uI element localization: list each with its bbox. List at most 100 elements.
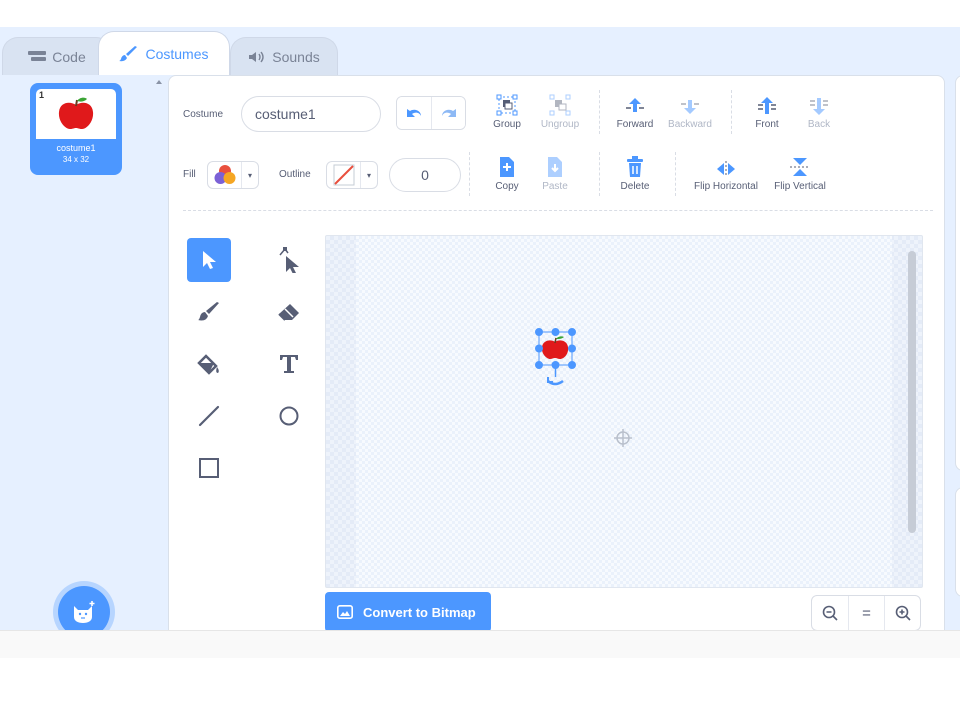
front-label: Front [755,119,779,130]
sprite-panel-edge [955,487,960,597]
group-button[interactable]: Group [487,94,527,130]
undo-icon [407,109,421,117]
convert-to-bitmap-label: Convert to Bitmap [363,604,476,620]
no-color-icon [333,164,354,186]
delete-button[interactable]: Delete [615,156,655,192]
fill-color-picker[interactable]: ▾ [207,161,259,189]
drawing-canvas[interactable] [325,235,923,588]
tab-sounds-label: Sounds [272,48,320,65]
tab-costumes-label: Costumes [145,45,209,62]
paint-editor-app: Code Sounds Costumes 1 costume1 34 x 32 … [0,27,960,657]
flip-horizontal-icon [714,156,738,178]
front-button[interactable]: Front [747,94,787,130]
stage-area[interactable] [356,236,892,587]
flip-vertical-icon [789,156,811,178]
paint-bucket-icon [197,354,219,375]
stage-panel-edge [955,75,960,471]
back-label: Back [807,119,831,130]
ungroup-icon [549,94,571,116]
back-icon [808,94,830,116]
forward-button[interactable]: Forward [612,94,658,130]
eraser-tool[interactable] [267,290,311,334]
code-icon [28,50,47,63]
zoom-in-icon [895,605,911,621]
backward-button[interactable]: Backward [663,94,717,130]
ungroup-button[interactable]: Ungroup [535,94,585,130]
text-tool[interactable] [267,342,311,386]
paste-icon [546,156,564,178]
circle-tool[interactable] [267,394,311,438]
flip-horizontal-label: Flip Horizontal [694,181,758,192]
backward-label: Backward [668,119,712,130]
convert-to-bitmap-button[interactable]: Convert to Bitmap [325,592,491,632]
outline-width-input[interactable]: 0 [389,158,461,192]
flip-vertical-button[interactable]: Flip Vertical [769,156,831,192]
line-tool[interactable] [187,394,231,438]
outline-swatch [327,162,361,188]
bottom-strip [0,630,960,658]
undo-button[interactable] [397,97,431,129]
cat-add-icon [74,601,95,623]
copy-button[interactable]: Copy [487,156,527,192]
toolbar-divider [731,90,732,134]
costume-name-label: Costume [183,109,224,120]
zoom-controls: = [811,595,921,631]
tab-costumes[interactable]: Costumes [98,31,230,75]
toolbar-bottom-divider [183,210,933,211]
costume-thumbnail [36,89,116,139]
costume-number: 1 [39,90,45,100]
outline-color-picker[interactable]: ▾ [326,161,378,189]
costume-name-input[interactable]: costume1 [241,96,381,132]
line-icon [198,405,220,427]
undo-redo-group [396,96,466,130]
flip-vertical-label: Flip Vertical [774,181,826,192]
zoom-out-button[interactable] [812,596,848,630]
chevron-down-icon: ▾ [366,170,371,180]
flip-horizontal-button[interactable]: Flip Horizontal [689,156,763,192]
canvas-scrollbar[interactable] [908,251,916,533]
reshape-tool[interactable] [267,238,311,282]
toolbar-divider [599,152,600,196]
apple-sprite [541,336,569,359]
tab-code-label: Code [52,48,86,65]
brush-icon [119,45,139,62]
fill-label: Fill [183,169,196,180]
zoom-reset-button[interactable]: = [848,596,884,630]
zoom-in-button[interactable] [884,596,920,630]
tab-code[interactable]: Code [2,37,112,75]
select-tool[interactable] [187,238,231,282]
brush-tool[interactable] [187,290,231,334]
ungroup-label: Ungroup [540,119,580,130]
zoom-out-icon [822,605,838,621]
back-button[interactable]: Back [801,94,837,130]
paste-label: Paste [542,181,568,192]
circle-icon [279,406,299,426]
tab-sounds[interactable]: Sounds [230,37,338,75]
forward-icon [624,94,646,116]
eraser-icon [278,304,299,321]
paint-editor: Costume costume1 Group Ungroup Forward B… [168,75,945,645]
fill-tool[interactable] [187,342,231,386]
costume-item[interactable]: 1 costume1 34 x 32 [30,83,122,175]
costume-list-scrollbar[interactable] [150,75,168,647]
apple-thumbnail-icon [58,97,94,129]
outline-label: Outline [279,169,311,180]
canvas-content [535,328,632,447]
redo-button[interactable] [431,97,465,129]
mixed-colors-icon [214,165,235,184]
scroll-up-icon[interactable] [150,75,168,89]
paste-button[interactable]: Paste [535,156,575,192]
copy-icon [498,156,516,178]
crosshair-icon [614,429,632,447]
rectangle-icon [199,458,219,478]
fill-swatch [208,162,242,188]
rectangle-tool[interactable] [187,446,231,490]
brush-icon [198,302,219,321]
redo-icon [441,109,456,117]
delete-label: Delete [620,181,650,192]
trash-icon [626,156,644,178]
reshape-icon [279,247,299,273]
speaker-icon [248,51,266,63]
group-icon [496,94,518,116]
group-label: Group [493,119,521,130]
